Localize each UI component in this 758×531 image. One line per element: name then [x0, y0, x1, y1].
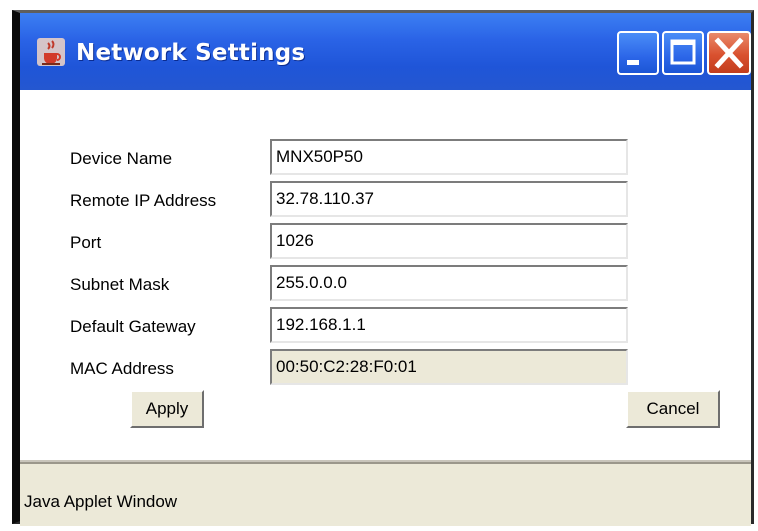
close-button[interactable]: [707, 31, 751, 75]
settings-form: Device Name MNX50P50 Remote IP Address 3…: [20, 90, 751, 462]
default-gateway-field[interactable]: 192.168.1.1: [270, 307, 628, 343]
close-icon: [714, 37, 744, 69]
remote-ip-field[interactable]: 32.78.110.37: [270, 181, 628, 217]
minimize-button[interactable]: [617, 31, 659, 75]
port-label: Port: [70, 233, 102, 252]
mac-address-field: 00:50:C2:28:F0:01: [270, 349, 628, 385]
port-field[interactable]: 1026: [270, 223, 628, 259]
device-name-field[interactable]: MNX50P50: [270, 139, 628, 175]
java-cup-icon: [36, 37, 66, 67]
device-name-label: Device Name: [70, 149, 173, 168]
status-text: Java Applet Window: [24, 492, 178, 511]
apply-button[interactable]: Apply: [130, 390, 204, 428]
cancel-button[interactable]: Cancel: [626, 390, 720, 428]
status-bar: Java Applet Window: [20, 462, 751, 526]
minimize-icon: [627, 60, 639, 65]
mac-address-label: MAC Address: [70, 359, 174, 378]
maximize-icon: [670, 39, 696, 65]
remote-ip-label: Remote IP Address: [70, 191, 217, 210]
title-bar[interactable]: Network Settings: [20, 13, 751, 90]
subnet-mask-field[interactable]: 255.0.0.0: [270, 265, 628, 301]
screenshot-frame: Network Settings Device Name MNX50P50 Re…: [0, 0, 758, 531]
default-gateway-label: Default Gateway: [70, 317, 196, 336]
network-settings-window: Network Settings Device Name MNX50P50 Re…: [12, 10, 754, 526]
window-title: Network Settings: [76, 40, 306, 66]
maximize-button[interactable]: [662, 31, 704, 75]
subnet-mask-label: Subnet Mask: [70, 275, 170, 294]
